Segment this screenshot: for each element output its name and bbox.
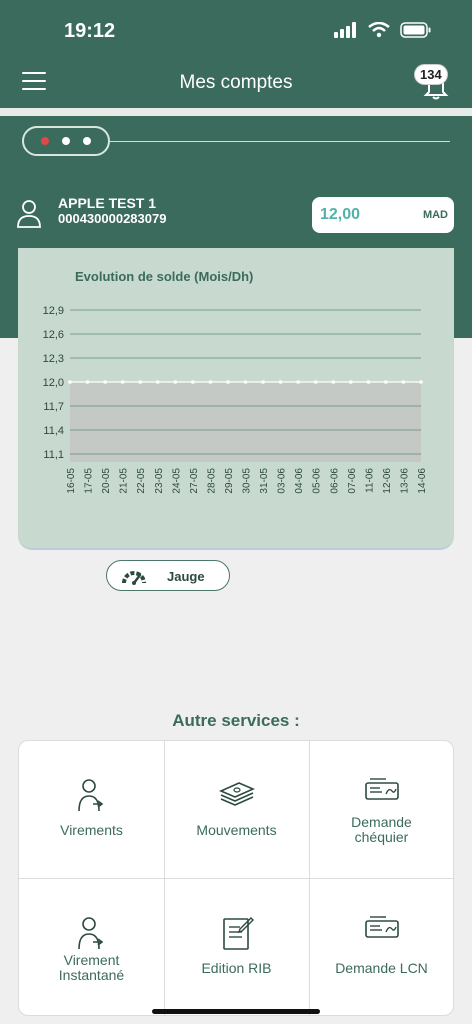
chart-point bbox=[296, 380, 300, 384]
chart-x-tick: 29-05 bbox=[224, 468, 235, 494]
pager-dot[interactable] bbox=[62, 137, 70, 145]
home-indicator bbox=[152, 1009, 320, 1014]
chart-x-tick: 12-06 bbox=[382, 468, 393, 494]
chart-point bbox=[85, 380, 90, 384]
chart-y-tick: 12,6 bbox=[43, 329, 64, 341]
notification-badge: 134 bbox=[414, 64, 448, 85]
chart-x-tick: 13-06 bbox=[399, 468, 410, 494]
signal-icon bbox=[334, 22, 356, 38]
chart-x-tick: 04-06 bbox=[294, 468, 305, 494]
account-balance[interactable]: 12,00 MAD bbox=[312, 197, 454, 233]
chart-point bbox=[138, 380, 142, 384]
chart-point bbox=[419, 380, 423, 384]
chart-x-tick: 23-05 bbox=[154, 468, 165, 494]
chart-point bbox=[261, 380, 265, 384]
account-name: APPLE TEST 1 bbox=[58, 195, 157, 211]
service-label: Virement Instantané bbox=[58, 952, 125, 983]
jauge-label: Jauge bbox=[167, 569, 205, 584]
cheque-icon bbox=[364, 916, 399, 938]
pager-divider bbox=[110, 141, 450, 142]
service-mouvements[interactable]: Mouvements bbox=[164, 741, 309, 879]
service-label: Mouvements bbox=[196, 822, 277, 838]
chart-x-tick: 11-06 bbox=[364, 468, 375, 493]
chart-point bbox=[349, 380, 353, 384]
account-pager[interactable] bbox=[22, 126, 110, 156]
chart-x-tick: 14-06 bbox=[417, 468, 428, 494]
chart-x-tick: 16-05 bbox=[66, 468, 77, 494]
chart-x-tick: 17-05 bbox=[84, 468, 95, 494]
service-label: Edition RIB bbox=[201, 960, 272, 976]
chart-point bbox=[120, 380, 125, 384]
services-title: Autre services : bbox=[172, 711, 300, 730]
battery-icon bbox=[400, 22, 431, 38]
chart-x-tick: 21-05 bbox=[119, 468, 130, 494]
chart-point bbox=[366, 380, 371, 384]
chart-point bbox=[226, 380, 230, 384]
chart-point bbox=[155, 380, 160, 384]
service-virements[interactable]: Virements bbox=[19, 741, 164, 879]
chart-y-tick: 11,1 bbox=[43, 449, 64, 461]
notification-bell-button[interactable]: 134 bbox=[414, 64, 452, 100]
money-stack-icon bbox=[218, 782, 255, 806]
chart-area bbox=[70, 382, 421, 462]
service-demande-lcn[interactable]: Demande LCN bbox=[309, 879, 453, 1015]
chart-point bbox=[103, 380, 107, 384]
gauge-icon bbox=[122, 571, 146, 585]
pager-dot[interactable] bbox=[83, 137, 91, 145]
wifi-icon bbox=[368, 22, 390, 38]
chart-x-tick: 03-06 bbox=[277, 468, 288, 494]
chart-point bbox=[331, 380, 336, 384]
user-icon bbox=[17, 200, 41, 228]
chart-y-tick: 12,9 bbox=[43, 305, 64, 317]
person-transfer-icon bbox=[77, 917, 103, 950]
chart-point bbox=[278, 380, 283, 384]
chart-x-tick: 07-06 bbox=[347, 468, 358, 494]
chart-point bbox=[191, 380, 195, 384]
chart-x-tick: 31-05 bbox=[259, 468, 270, 494]
header-separator bbox=[0, 108, 472, 116]
chart-y-tick: 11,7 bbox=[43, 401, 64, 413]
service-label: Demande chéquier bbox=[351, 814, 412, 845]
status-icons bbox=[334, 22, 432, 38]
pager-dot-active[interactable] bbox=[41, 137, 49, 145]
chart-point bbox=[384, 380, 388, 384]
service-label: Virements bbox=[60, 822, 123, 838]
chart-x-tick: 27-05 bbox=[189, 468, 200, 494]
chart-title: Evolution de solde (Mois/Dh) bbox=[75, 269, 254, 284]
status-time: 19:12 bbox=[64, 20, 116, 42]
service-virement-instantane[interactable]: Virement Instantané bbox=[19, 879, 164, 1015]
chart-point bbox=[401, 380, 406, 384]
chart-x-tick: 30-05 bbox=[242, 468, 253, 494]
service-edition-rib[interactable]: Edition RIB bbox=[164, 879, 309, 1015]
balance-currency: MAD bbox=[422, 209, 448, 221]
jauge-button[interactable]: Jauge bbox=[106, 560, 230, 591]
page-title: Mes comptes bbox=[179, 72, 293, 93]
chart-y-tick: 11,4 bbox=[43, 425, 64, 437]
balance-value: 12,00 bbox=[320, 206, 361, 223]
service-demande-chequier[interactable]: Demande chéquier bbox=[309, 741, 453, 879]
chart-x-tick: 22-05 bbox=[136, 468, 147, 494]
chart-y-tick: 12,3 bbox=[43, 353, 64, 365]
chart-x-tick: 24-05 bbox=[171, 468, 182, 494]
chart-x-tick: 20-05 bbox=[101, 468, 112, 494]
person-transfer-icon bbox=[77, 779, 103, 812]
cheque-icon bbox=[364, 778, 399, 800]
chart-point bbox=[68, 380, 72, 384]
chart-point bbox=[173, 380, 178, 384]
chart-x-tick: 06-06 bbox=[329, 468, 340, 494]
status-bar: 19:12 bbox=[0, 0, 472, 64]
account-number: 000430000283079 bbox=[58, 211, 167, 226]
nav-bar: Mes comptes 134 bbox=[0, 58, 472, 108]
balance-chart: 12,9 12,6 12,3 12,0 11,7 11,4 11,116-05 17-05 20… bbox=[43, 305, 428, 494]
chart-x-tick: 05-06 bbox=[312, 468, 323, 494]
chart-y-tick: 12,0 bbox=[43, 377, 64, 389]
service-label: Demande LCN bbox=[335, 960, 428, 976]
services-grid: Virements Mouvements Demande chéquier Vi… bbox=[18, 740, 454, 1016]
chart-x-tick: 28-05 bbox=[206, 468, 217, 494]
chart-point bbox=[313, 380, 318, 384]
chart-point bbox=[208, 380, 213, 384]
document-edit-icon bbox=[222, 917, 254, 950]
chart-point bbox=[243, 380, 248, 384]
